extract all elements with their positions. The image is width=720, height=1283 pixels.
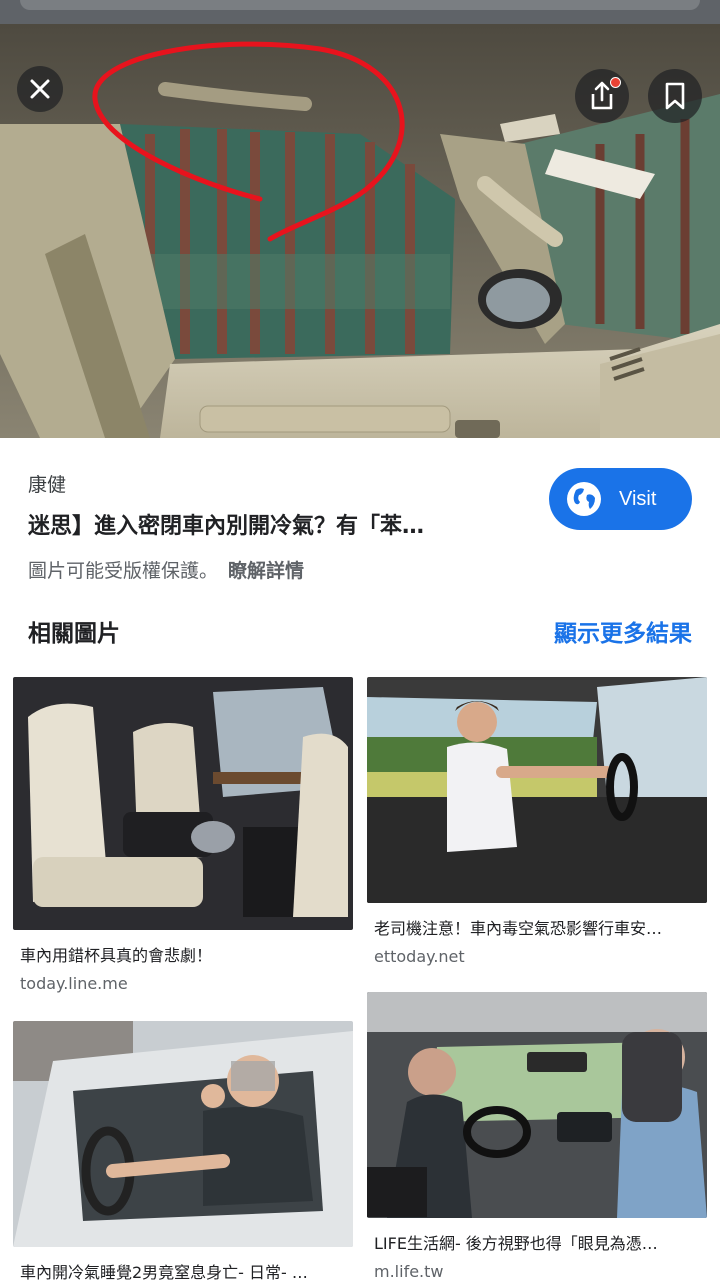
related-thumbnail[interactable]: [367, 677, 707, 903]
close-icon: [30, 79, 50, 99]
related-title: 老司機注意！車內毒空氣恐影響行車安…: [374, 919, 663, 938]
copyright-text: 圖片可能受版權保護。: [28, 560, 219, 582]
related-card[interactable]: 車內開冷氣睡覺2男竟窒息身亡- 日常- …: [13, 1021, 353, 1283]
related-card[interactable]: 老司機注意！車內毒空氣恐影響行車安… ettoday.net: [367, 677, 707, 966]
status-bar: [0, 0, 720, 24]
related-title: LIFE生活網- 後方視野也得「眼見為憑…: [374, 1234, 658, 1253]
related-site: today.line.me: [20, 974, 128, 993]
show-more-link[interactable]: 顯示更多結果: [554, 614, 692, 648]
related-site: m.life.tw: [374, 1262, 444, 1281]
result-title[interactable]: 迷思】進入密閉車內別開冷氣？有「苯…: [28, 508, 498, 540]
source-name: 康健: [28, 474, 67, 496]
globe-icon: [567, 482, 601, 516]
copyright-notice: 圖片可能受版權保護。 瞭解詳情: [28, 556, 304, 583]
bookmark-icon: [665, 82, 685, 110]
visit-label: Visit: [619, 487, 657, 510]
result-info: 康健 迷思】進入密閉車內別開冷氣？有「苯… Visit 圖片可能受版權保護。 瞭解…: [0, 438, 720, 608]
bookmark-button[interactable]: [648, 69, 702, 123]
car-passengers-photo: [367, 992, 707, 1218]
related-header: 相關圖片 顯示更多結果: [0, 608, 720, 658]
related-site: ettoday.net: [374, 947, 465, 966]
learn-more-link[interactable]: 瞭解詳情: [228, 560, 304, 582]
share-button[interactable]: [575, 69, 629, 123]
related-heading: 相關圖片: [28, 621, 120, 647]
url-bar[interactable]: [20, 0, 700, 10]
related-title: 車內開冷氣睡覺2男竟窒息身亡- 日常- …: [20, 1263, 308, 1282]
related-thumbnail[interactable]: [13, 677, 353, 930]
main-image[interactable]: [0, 24, 720, 438]
man-in-car-photo: [13, 1021, 353, 1247]
related-thumbnail[interactable]: [367, 992, 707, 1218]
driver-photo: [367, 677, 707, 903]
related-thumbnail[interactable]: [13, 1021, 353, 1247]
related-card[interactable]: LIFE生活網- 後方視野也得「眼見為憑… m.life.tw: [367, 992, 707, 1281]
visit-button[interactable]: Visit: [549, 468, 692, 530]
related-title: 車內用錯杯具真的會悲劇！: [20, 946, 213, 965]
luxury-seats-photo: [13, 677, 353, 930]
close-button[interactable]: [17, 66, 63, 112]
notification-dot: [610, 77, 621, 88]
related-card[interactable]: 車內用錯杯具真的會悲劇！ today.line.me: [13, 677, 353, 993]
